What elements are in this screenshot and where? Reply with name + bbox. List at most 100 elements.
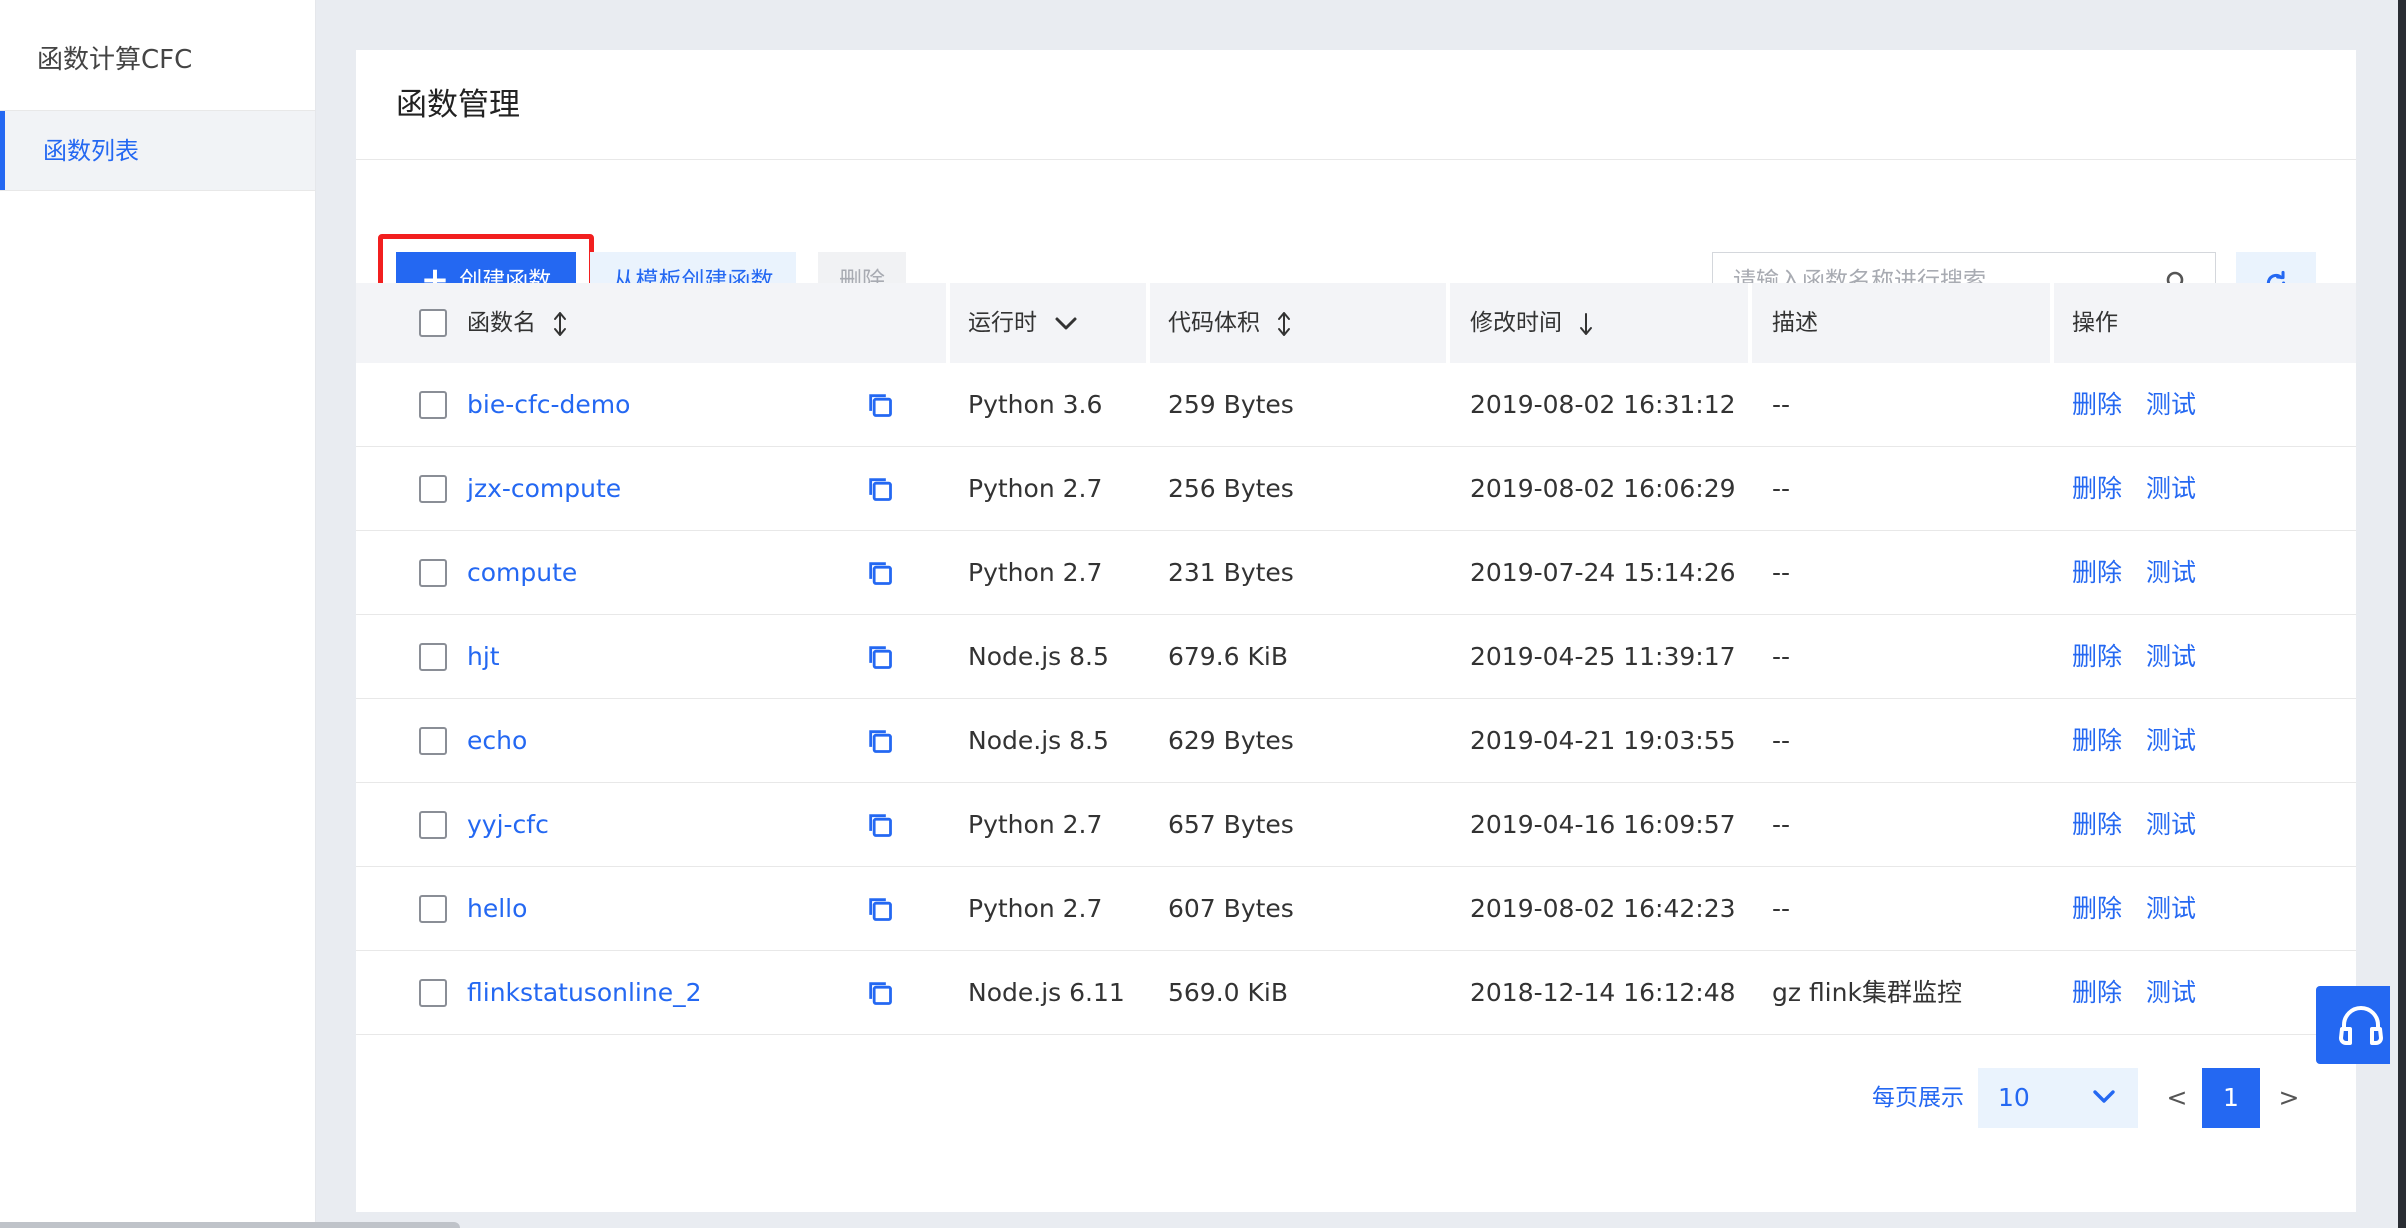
row-delete-link[interactable]: 删除 xyxy=(2072,867,2122,951)
row-test-link[interactable]: 测试 xyxy=(2146,699,2196,783)
modified-cell: 2019-08-02 16:31:12 xyxy=(1470,390,1736,419)
header-separator xyxy=(1146,283,1150,363)
desc-cell: -- xyxy=(1772,474,1791,503)
header-name-label: 函数名 xyxy=(467,310,536,336)
window-border xyxy=(2398,0,2406,1228)
page-title: 函数管理 xyxy=(356,50,2356,160)
size-cell: 256 Bytes xyxy=(1168,474,1294,503)
scrollbar[interactable] xyxy=(0,1222,460,1228)
main-card: 函数管理 +创建函数 从模板创建函数 删除 函数名 xyxy=(356,50,2356,1212)
runtime-cell: Node.js 6.11 xyxy=(968,978,1125,1007)
header-size[interactable]: 代码体积 xyxy=(1168,283,1291,363)
copy-icon[interactable] xyxy=(866,727,894,755)
function-name-link[interactable]: echo xyxy=(467,699,527,783)
functions-table: 函数名 运行时 代码体积 修改时间 描述 操作 bie-cfc-demo Pyt… xyxy=(356,283,2356,1035)
row-checkbox[interactable] xyxy=(419,391,447,419)
row-checkbox[interactable] xyxy=(419,727,447,755)
function-name-link[interactable]: hjt xyxy=(467,615,500,699)
row-checkbox[interactable] xyxy=(419,979,447,1007)
table-row: flinkstatusonline_2 Node.js 6.11 569.0 KiB… xyxy=(356,951,2356,1035)
row-delete-link[interactable]: 删除 xyxy=(2072,447,2122,531)
row-delete-link[interactable]: 删除 xyxy=(2072,951,2122,1035)
page-size-select[interactable]: 10 xyxy=(1978,1068,2138,1128)
function-name-link[interactable]: compute xyxy=(467,531,577,615)
copy-icon[interactable] xyxy=(866,979,894,1007)
table-header: 函数名 运行时 代码体积 修改时间 描述 操作 xyxy=(356,283,2356,363)
window-edge xyxy=(2390,0,2398,1228)
copy-icon[interactable] xyxy=(866,811,894,839)
row-test-link[interactable]: 测试 xyxy=(2146,531,2196,615)
row-checkbox[interactable] xyxy=(419,475,447,503)
header-desc: 描述 xyxy=(1772,310,1818,336)
size-cell: 231 Bytes xyxy=(1168,558,1294,587)
size-cell: 259 Bytes xyxy=(1168,390,1294,419)
header-size-label: 代码体积 xyxy=(1168,310,1260,336)
header-separator xyxy=(946,283,950,363)
desc-cell: -- xyxy=(1772,390,1791,419)
function-name-link[interactable]: flinkstatusonline_2 xyxy=(467,951,702,1035)
copy-icon[interactable] xyxy=(866,559,894,587)
header-runtime[interactable]: 运行时 xyxy=(968,283,1078,363)
row-test-link[interactable]: 测试 xyxy=(2146,615,2196,699)
app-title: 函数计算CFC xyxy=(0,0,315,111)
table-row: hello Python 2.7 607 Bytes 2019-08-02 16:42… xyxy=(356,867,2356,951)
chevron-down-icon[interactable] xyxy=(1054,316,1078,332)
function-name-link[interactable]: yyj-cfc xyxy=(467,783,549,867)
header-separator xyxy=(1748,283,1752,363)
row-delete-link[interactable]: 删除 xyxy=(2072,615,2122,699)
header-separator xyxy=(2050,283,2054,363)
table-row: yyj-cfc Python 2.7 657 Bytes 2019-04-16 16:… xyxy=(356,783,2356,867)
row-checkbox[interactable] xyxy=(419,643,447,671)
table-row: bie-cfc-demo Python 3.6 259 Bytes 2019-08-0… xyxy=(356,363,2356,447)
sidebar-item-function-list[interactable]: 函数列表 xyxy=(0,111,315,191)
copy-icon[interactable] xyxy=(866,391,894,419)
desc-cell: -- xyxy=(1772,642,1791,671)
copy-icon[interactable] xyxy=(866,475,894,503)
row-test-link[interactable]: 测试 xyxy=(2146,783,2196,867)
table-row: compute Python 2.7 231 Bytes 2019-07-24 15:… xyxy=(356,531,2356,615)
header-separator xyxy=(1446,283,1450,363)
runtime-cell: Node.js 8.5 xyxy=(968,726,1109,755)
size-cell: 629 Bytes xyxy=(1168,726,1294,755)
copy-icon[interactable] xyxy=(866,895,894,923)
table-row: hjt Node.js 8.5 679.6 KiB 2019-04-25 11:39:… xyxy=(356,615,2356,699)
arrow-down-icon[interactable] xyxy=(1579,312,1593,336)
table-row: echo Node.js 8.5 629 Bytes 2019-04-21 19:03… xyxy=(356,699,2356,783)
desc-cell: gz flink集群监控 xyxy=(1772,978,1962,1007)
row-delete-link[interactable]: 删除 xyxy=(2072,699,2122,783)
function-name-link[interactable]: bie-cfc-demo xyxy=(467,363,630,447)
row-test-link[interactable]: 测试 xyxy=(2146,363,2196,447)
runtime-cell: Python 2.7 xyxy=(968,894,1103,923)
row-checkbox[interactable] xyxy=(419,559,447,587)
function-name-link[interactable]: jzx-compute xyxy=(467,447,621,531)
runtime-cell: Node.js 8.5 xyxy=(968,642,1109,671)
pagination: 每页展示 10 < 1 > xyxy=(356,1068,2356,1128)
modified-cell: 2019-07-24 15:14:26 xyxy=(1470,558,1736,587)
row-checkbox[interactable] xyxy=(419,811,447,839)
runtime-cell: Python 2.7 xyxy=(968,810,1103,839)
row-test-link[interactable]: 测试 xyxy=(2146,447,2196,531)
table-row: jzx-compute Python 2.7 256 Bytes 2019-08-02… xyxy=(356,447,2356,531)
prev-page-button[interactable]: < xyxy=(2162,1068,2192,1128)
header-modified[interactable]: 修改时间 xyxy=(1470,283,1593,363)
row-checkbox[interactable] xyxy=(419,895,447,923)
copy-icon[interactable] xyxy=(866,643,894,671)
header-modified-label: 修改时间 xyxy=(1470,310,1562,336)
modified-cell: 2019-08-02 16:06:29 xyxy=(1470,474,1736,503)
header-ops: 操作 xyxy=(2072,310,2118,336)
page-1-button[interactable]: 1 xyxy=(2202,1068,2260,1128)
function-name-link[interactable]: hello xyxy=(467,867,527,951)
row-test-link[interactable]: 测试 xyxy=(2146,951,2196,1035)
row-test-link[interactable]: 测试 xyxy=(2146,867,2196,951)
next-page-button[interactable]: > xyxy=(2274,1068,2304,1128)
header-runtime-label: 运行时 xyxy=(968,310,1037,336)
sort-icon[interactable] xyxy=(553,311,567,337)
select-all-checkbox[interactable] xyxy=(419,309,447,337)
row-delete-link[interactable]: 删除 xyxy=(2072,783,2122,867)
header-name[interactable]: 函数名 xyxy=(467,283,567,363)
modified-cell: 2019-04-21 19:03:55 xyxy=(1470,726,1736,755)
modified-cell: 2019-04-25 11:39:17 xyxy=(1470,642,1736,671)
row-delete-link[interactable]: 删除 xyxy=(2072,363,2122,447)
row-delete-link[interactable]: 删除 xyxy=(2072,531,2122,615)
sort-icon[interactable] xyxy=(1277,311,1291,337)
